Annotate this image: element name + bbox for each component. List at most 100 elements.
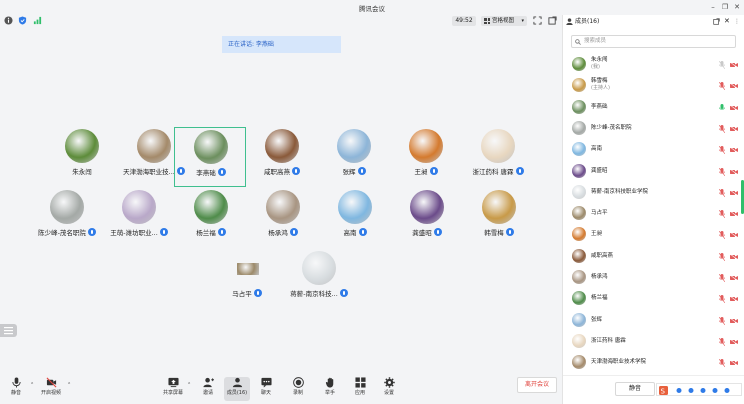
close-icon[interactable]: ✕ [732, 2, 742, 12]
share-screen-button[interactable]: 共享屏幕 [160, 377, 186, 401]
camera-off-icon[interactable] [730, 125, 738, 132]
minimize-icon[interactable]: – [708, 2, 718, 12]
popout-icon[interactable] [548, 16, 557, 25]
microphone-icon[interactable] [719, 167, 725, 176]
camera-off-icon[interactable] [730, 211, 738, 218]
gallery-view-button[interactable]: 宫格视图 ▾ [481, 16, 527, 26]
member-row[interactable]: 朱永闯 (我) [563, 54, 744, 75]
microphone-icon[interactable] [719, 274, 725, 282]
shield-icon[interactable] [18, 16, 27, 25]
leave-meeting-button[interactable]: 离开会议 [517, 377, 557, 393]
member-row[interactable]: 高南 [563, 139, 744, 160]
microphone-icon[interactable] [719, 188, 725, 197]
microphone-icon[interactable] [719, 61, 725, 69]
share-options-chevron-icon[interactable]: ⌃ [187, 382, 191, 388]
camera-off-icon[interactable] [730, 232, 738, 239]
participant-tile[interactable]: 浙江药科 唐霖 [462, 127, 534, 187]
close-icon[interactable]: ✕ [724, 15, 730, 28]
list-icon [4, 327, 13, 335]
participant-tile[interactable]: 杨承鸿 [247, 188, 319, 248]
camera-off-icon[interactable] [730, 338, 738, 345]
member-row[interactable]: 陈少峰-茂名职院 [563, 118, 744, 139]
popout-icon[interactable] [713, 18, 720, 25]
more-icon[interactable]: ⋮ [734, 15, 740, 28]
camera-off-icon[interactable] [730, 296, 738, 303]
member-name-text: 朱永闯 [591, 57, 608, 63]
settings-button[interactable]: 设置 [376, 377, 402, 401]
microphone-icon[interactable] [719, 231, 725, 240]
avatar [302, 251, 336, 285]
start-video-button[interactable]: 开启视频 [38, 377, 64, 401]
microphone-icon[interactable] [719, 146, 725, 155]
microphone-icon[interactable] [719, 337, 725, 346]
member-name: 高南 [591, 146, 602, 153]
record-button[interactable]: 录制 [285, 377, 311, 401]
camera-off-icon[interactable] [730, 189, 738, 196]
participant-tile[interactable]: 张辉 [318, 127, 390, 187]
participant-tile[interactable]: 朱永闯 [46, 127, 118, 187]
members-button[interactable]: 成员(16) [224, 377, 250, 401]
participant-tile[interactable]: 王昶 [390, 127, 462, 187]
member-row[interactable]: 蒋薪-南京科技职业学院 [563, 182, 744, 203]
microphone-icon[interactable] [719, 210, 725, 219]
participant-tile[interactable]: 龚盛昭 [391, 188, 463, 248]
participant-tile[interactable]: 王萌-潍坊职业... [103, 188, 175, 248]
member-search-input[interactable]: 搜索成员 [571, 35, 736, 48]
participant-tile[interactable]: 咸职高燕 [246, 127, 318, 187]
microphone-icon[interactable] [719, 124, 725, 133]
member-row[interactable]: 韩雪梅 (主持人) [563, 75, 744, 96]
member-row[interactable]: 张辉 [563, 310, 744, 331]
participant-tile[interactable]: 韩雪梅 [463, 188, 535, 248]
camera-off-icon[interactable] [730, 317, 738, 324]
members-icon [232, 377, 242, 388]
apps-button[interactable]: 应用 [347, 377, 373, 401]
member-row[interactable]: 龚盛昭 [563, 161, 744, 182]
raise-hand-button[interactable]: 举手 [317, 377, 343, 401]
participant-tile[interactable]: 李燕础 [174, 127, 246, 187]
chat-toggle-button[interactable] [0, 324, 17, 337]
input-method-toolbar[interactable]: S [656, 383, 742, 396]
microphone-icon[interactable] [719, 359, 725, 368]
microphone-icon[interactable] [719, 103, 725, 112]
participant-name: 蒋薪-南京科技... [277, 288, 361, 298]
participant-tile[interactable]: 高南 [319, 188, 391, 248]
camera-off-icon[interactable] [730, 62, 738, 68]
member-name-text: 龚盛昭 [591, 167, 608, 174]
camera-off-icon[interactable] [730, 253, 738, 260]
member-row[interactable]: 杨兰福 [563, 288, 744, 309]
camera-off-icon[interactable] [730, 83, 738, 90]
invite-button[interactable]: 邀请 [195, 377, 221, 401]
video-options-chevron-icon[interactable]: ⌃ [67, 382, 71, 388]
participant-name-text: 韩雪梅 [484, 229, 504, 237]
member-row[interactable]: 天津渤海职业技术学院 [563, 352, 744, 373]
microphone-icon[interactable] [719, 316, 725, 325]
participant-tile[interactable]: 马占平 [211, 249, 283, 309]
member-row[interactable]: 杨承鸿 [563, 267, 744, 288]
fullscreen-icon[interactable] [533, 16, 542, 25]
mute-options-chevron-icon[interactable]: ⌃ [30, 382, 34, 388]
microphone-icon[interactable] [719, 295, 725, 304]
member-row[interactable]: 咸职高燕 [563, 246, 744, 267]
participant-tile[interactable]: 陈少峰-茂名职院 [31, 188, 103, 248]
signal-icon[interactable] [33, 16, 42, 25]
microphone-icon[interactable] [719, 82, 725, 91]
mic-status-icon [253, 289, 262, 297]
participant-tile[interactable]: 杨兰福 [175, 188, 247, 248]
camera-off-icon[interactable] [730, 104, 738, 111]
microphone-icon[interactable] [719, 252, 725, 261]
camera-off-icon[interactable] [730, 168, 738, 175]
participant-tile[interactable]: 蒋薪-南京科技... [283, 249, 355, 309]
camera-off-icon[interactable] [730, 275, 738, 281]
chat-button[interactable]: 聊天 [253, 377, 279, 401]
camera-off-icon[interactable] [730, 360, 738, 367]
mute-all-button[interactable]: 静音 [615, 382, 655, 396]
member-row[interactable]: 浙江药科 唐霖 [563, 331, 744, 352]
member-row[interactable]: 王昶 [563, 224, 744, 245]
info-icon[interactable] [4, 16, 13, 25]
mute-button[interactable]: 静音 [3, 377, 29, 401]
mic-status-icon [217, 228, 226, 236]
member-row[interactable]: 马占平 [563, 203, 744, 224]
member-row[interactable]: 李燕础 [563, 97, 744, 118]
camera-off-icon[interactable] [730, 147, 738, 154]
restore-icon[interactable]: ❐ [720, 2, 730, 12]
